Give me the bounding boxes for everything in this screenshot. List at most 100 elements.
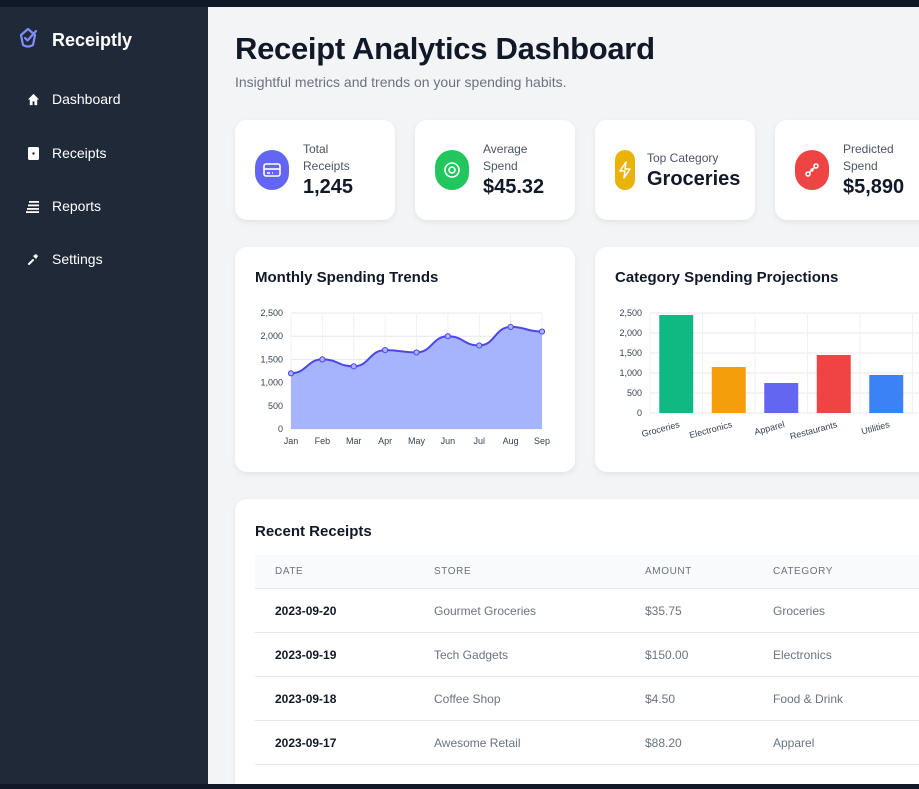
x-tick-label: May: [408, 436, 426, 446]
row-category: Apparel: [773, 735, 815, 750]
nav-item-dashboard[interactable]: Dashboard: [26, 88, 121, 110]
nav-item-receipts[interactable]: Receipts: [26, 142, 106, 164]
x-tick-label: Electronics: [688, 419, 734, 440]
row-category: Food & Drink: [773, 691, 844, 706]
home-icon: [26, 92, 40, 106]
bar: [869, 375, 904, 413]
x-tick-label: Jul: [473, 436, 485, 446]
bar: [816, 355, 851, 413]
nav-item-reports[interactable]: Reports: [26, 195, 101, 217]
y-tick-label: 2,000: [260, 331, 283, 341]
y-tick-label: 500: [627, 388, 642, 398]
brand-name: Receiptly: [52, 29, 133, 50]
bar: [764, 383, 799, 413]
stat-label: Average Spend: [483, 142, 528, 173]
wrench-icon: [26, 252, 40, 266]
lightning-icon: [615, 150, 635, 190]
y-tick-label: 2,500: [619, 308, 642, 318]
table-row[interactable]: 2023-09-20 Gourmet Groceries $35.75 Groc…: [255, 589, 919, 633]
nav-label: Receipts: [52, 145, 107, 161]
receipt-icon: [26, 146, 40, 160]
row-store: Tech Gadgets: [434, 647, 509, 662]
y-tick-label: 1,500: [619, 348, 642, 358]
x-tick-label: Jun: [441, 436, 456, 446]
table-row[interactable]: 2023-09-19 Tech Gadgets $150.00 Electron…: [255, 633, 919, 677]
category-projections-card: Category Spending Projections 0 500 1,000 1…: [595, 247, 919, 472]
y-tick-label: 0: [637, 408, 642, 418]
x-tick-label: Utilities: [860, 419, 891, 436]
row-store: Gourmet Groceries: [434, 603, 537, 618]
y-tick-label: 500: [268, 401, 283, 411]
recent-receipts-card: Recent Receipts DATE STORE AMOUNT CATEGO…: [235, 499, 919, 784]
window-bottom-edge: [0, 784, 919, 789]
bar: [659, 315, 694, 413]
stat-card-predicted-spend: Predicted Spend $5,890: [775, 120, 919, 220]
stat-label: Total Receipts: [303, 142, 350, 173]
row-store: Coffee Shop: [434, 691, 501, 706]
data-point: [350, 363, 357, 370]
x-tick-label: Apr: [378, 436, 392, 446]
x-tick-label: Groceries: [640, 419, 681, 439]
data-point: [413, 349, 420, 356]
x-tick-label: Sep: [534, 436, 550, 446]
row-date: 2023-09-20: [275, 603, 337, 618]
nav-item-settings[interactable]: Settings: [26, 248, 103, 270]
row-date: 2023-09-19: [275, 647, 337, 662]
stat-card-top-category: Top Category Groceries: [595, 120, 755, 220]
stat-value: Groceries: [647, 167, 741, 190]
monthly-trends-card: Monthly Spending Trends 0 500 1,000 1,500 2,…: [235, 247, 575, 472]
stat-value: $45.32: [483, 176, 545, 198]
stat-label: Predicted Spend: [843, 142, 894, 173]
area-chart: 0 500 1,000 1,500 2,000 2,500 Jan Feb Mar Apr May J…: [260, 308, 550, 446]
x-tick-label: Restaurants: [789, 419, 839, 441]
page-title: Receipt Analytics Dashboard: [235, 31, 655, 66]
stat-card-total-receipts: Total Receipts 1,245: [235, 120, 395, 220]
row-amount: $35.75: [645, 603, 682, 618]
main-content: Receipt Analytics Dashboard Insightful m…: [208, 7, 919, 784]
data-point: [382, 347, 389, 354]
row-store: Awesome Retail: [434, 735, 521, 750]
row-date: 2023-09-17: [275, 735, 337, 750]
nav-label: Reports: [52, 198, 102, 214]
y-tick-label: 2,000: [619, 328, 642, 338]
data-point: [444, 333, 451, 340]
target-icon: [435, 150, 469, 190]
credit-card-icon: [255, 150, 289, 190]
table-row[interactable]: 2023-09-17 Awesome Retail $88.20 Apparel: [255, 721, 919, 765]
column-header-date[interactable]: DATE: [275, 555, 303, 588]
page-subtitle: Insightful metrics and trends on your sp…: [235, 74, 567, 90]
row-amount: $88.20: [645, 735, 682, 750]
data-point: [476, 342, 483, 349]
column-header-store[interactable]: STORE: [434, 555, 471, 588]
data-point: [538, 328, 546, 335]
stat-value: $5,890: [843, 176, 905, 198]
stat-value: 1,245: [303, 176, 354, 198]
receipt-check-icon: [16, 26, 40, 55]
row-category: Groceries: [773, 603, 826, 618]
table-title: Recent Receipts: [255, 523, 372, 540]
column-header-amount[interactable]: AMOUNT: [645, 555, 692, 588]
list-icon: [26, 199, 40, 213]
link-icon: [795, 150, 829, 190]
x-tick-label: Apparel: [753, 419, 786, 437]
sidebar: Receiptly Dashboard Receipts Reports Set…: [0, 7, 208, 784]
nav-label: Settings: [52, 251, 103, 267]
x-tick-label: Feb: [315, 436, 331, 446]
y-tick-label: 1,500: [260, 354, 283, 364]
table-row[interactable]: 2023-09-18 Coffee Shop $4.50 Food & Drin…: [255, 677, 919, 721]
y-tick-label: 2,500: [260, 308, 283, 318]
y-tick-label: 0: [278, 424, 283, 434]
y-tick-label: 1,000: [260, 378, 283, 388]
bar: [711, 367, 746, 413]
nav-label: Dashboard: [52, 91, 121, 107]
stat-card-average-spend: Average Spend $45.32: [415, 120, 575, 220]
row-category: Electronics: [773, 647, 832, 662]
x-tick-label: Aug: [503, 436, 519, 446]
data-point: [507, 323, 514, 331]
x-tick-label: Jan: [284, 436, 299, 446]
row-date: 2023-09-18: [275, 691, 337, 706]
brand[interactable]: Receiptly: [16, 27, 132, 53]
bar-chart: 0 500 1,000 1,500 2,000 2,500 Groceries Electro…: [619, 308, 919, 441]
column-header-category[interactable]: CATEGORY: [773, 555, 833, 588]
stat-label: Top Category: [647, 150, 719, 165]
